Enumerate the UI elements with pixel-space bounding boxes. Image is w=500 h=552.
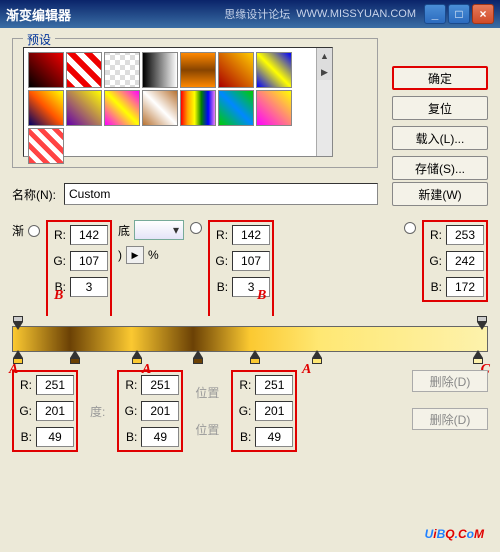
annot-B: B	[257, 288, 266, 304]
g-input[interactable]	[70, 251, 108, 271]
preset-swatch[interactable]	[218, 90, 254, 126]
delete-button[interactable]: 删除(D)	[412, 370, 488, 392]
b-label: B:	[16, 430, 32, 444]
radio[interactable]	[404, 222, 416, 234]
watermark-text: 思缘设计论坛	[224, 6, 290, 22]
pct-label: %	[148, 248, 159, 262]
c-highlight: R: G: B:	[422, 220, 488, 302]
color-stop[interactable]	[70, 350, 80, 362]
reset-button[interactable]: 复位	[392, 96, 488, 120]
new-button[interactable]: 新建(W)	[392, 182, 488, 206]
preset-swatch[interactable]	[28, 128, 64, 164]
g-label: G:	[235, 404, 251, 418]
r-label: R:	[212, 228, 228, 242]
g-input[interactable]	[255, 401, 293, 421]
r-input[interactable]	[70, 225, 108, 245]
gradient-preview[interactable]	[12, 326, 488, 352]
scroll-options-icon[interactable]: ▶	[317, 64, 332, 80]
b-input[interactable]	[36, 427, 74, 447]
close-button[interactable]: ×	[472, 4, 494, 24]
r-label: R:	[426, 228, 442, 242]
preset-swatch[interactable]	[180, 52, 216, 88]
r-input[interactable]	[232, 225, 270, 245]
watermark-url: WWW.MISSYUAN.COM	[296, 8, 416, 20]
ok-button[interactable]: 确定	[392, 66, 488, 90]
gradient-label: 渐	[12, 222, 24, 239]
color-stop[interactable]	[473, 350, 483, 362]
type-combo[interactable]: ▾	[134, 220, 184, 240]
color-stop[interactable]	[132, 350, 142, 362]
g-label: G:	[426, 254, 442, 268]
b-input[interactable]	[141, 427, 179, 447]
presets-legend: 预设	[23, 31, 55, 48]
a2-highlight: R: G: B:	[117, 370, 183, 452]
pos-label: 位置	[195, 421, 219, 438]
b-input[interactable]	[255, 427, 293, 447]
r-label: R:	[235, 378, 251, 392]
g-input[interactable]	[446, 251, 484, 271]
g-label: G:	[212, 254, 228, 268]
preset-swatch[interactable]	[104, 52, 140, 88]
b-label: B:	[426, 280, 442, 294]
name-input[interactable]	[64, 183, 378, 205]
r-input[interactable]	[255, 375, 293, 395]
g-label: G:	[121, 404, 137, 418]
preset-grid: ▲ ▶	[23, 47, 333, 157]
minimize-button[interactable]: _	[424, 4, 446, 24]
preset-swatch[interactable]	[256, 52, 292, 88]
save-button[interactable]: 存储(S)...	[392, 156, 488, 180]
a3-highlight: R: G: B:	[231, 370, 297, 452]
a1-highlight: R: G: B:	[12, 370, 78, 452]
preset-swatch[interactable]	[66, 52, 102, 88]
color-stop[interactable]	[193, 350, 203, 362]
b-label: B:	[212, 280, 228, 294]
preset-swatch[interactable]	[218, 52, 254, 88]
footer-logo: UiBQ.CoM	[425, 521, 484, 544]
g-input[interactable]	[232, 251, 270, 271]
b-label: B:	[235, 430, 251, 444]
color-stop[interactable]	[13, 350, 23, 362]
preset-swatch[interactable]	[66, 90, 102, 126]
r-label: R:	[121, 378, 137, 392]
preset-swatch[interactable]	[142, 90, 178, 126]
annot-B: B	[54, 288, 63, 304]
r-label: R:	[16, 378, 32, 392]
r-input[interactable]	[141, 375, 179, 395]
pos-label: 位置	[195, 384, 219, 401]
radio[interactable]	[190, 222, 202, 234]
preset-swatch[interactable]	[28, 52, 64, 88]
preset-swatch[interactable]	[180, 90, 216, 126]
preset-scrollbar[interactable]: ▲ ▶	[316, 48, 332, 156]
preset-swatch[interactable]	[142, 52, 178, 88]
g-input[interactable]	[141, 401, 179, 421]
di-label: 底	[118, 222, 130, 239]
r-input[interactable]	[446, 225, 484, 245]
g-label: G:	[50, 254, 66, 268]
window-title: 渐变编辑器	[6, 5, 224, 24]
name-label: 名称(N):	[12, 186, 56, 203]
preset-swatch[interactable]	[104, 90, 140, 126]
g-label: G:	[16, 404, 32, 418]
titlebar: 渐变编辑器 思缘设计论坛 WWW.MISSYUAN.COM _ □ ×	[0, 0, 500, 28]
preset-swatch[interactable]	[28, 90, 64, 126]
color-stop[interactable]	[250, 350, 260, 362]
scroll-up-icon[interactable]: ▲	[317, 48, 332, 64]
b-label: B:	[121, 430, 137, 444]
preset-swatch[interactable]	[256, 90, 292, 126]
r-input[interactable]	[36, 375, 74, 395]
r-label: R:	[50, 228, 66, 242]
play-icon[interactable]: ▶	[126, 246, 144, 264]
load-button[interactable]: 载入(L)...	[392, 126, 488, 150]
gradient-type-radio[interactable]	[28, 225, 40, 237]
color-stop[interactable]	[312, 350, 322, 362]
g-input[interactable]	[36, 401, 74, 421]
b-input[interactable]	[446, 277, 484, 297]
b-input[interactable]	[70, 277, 108, 297]
presets-panel: 预设 ▲ ▶	[12, 38, 378, 168]
delete-button[interactable]: 删除(D)	[412, 408, 488, 430]
maximize-button[interactable]: □	[448, 4, 470, 24]
